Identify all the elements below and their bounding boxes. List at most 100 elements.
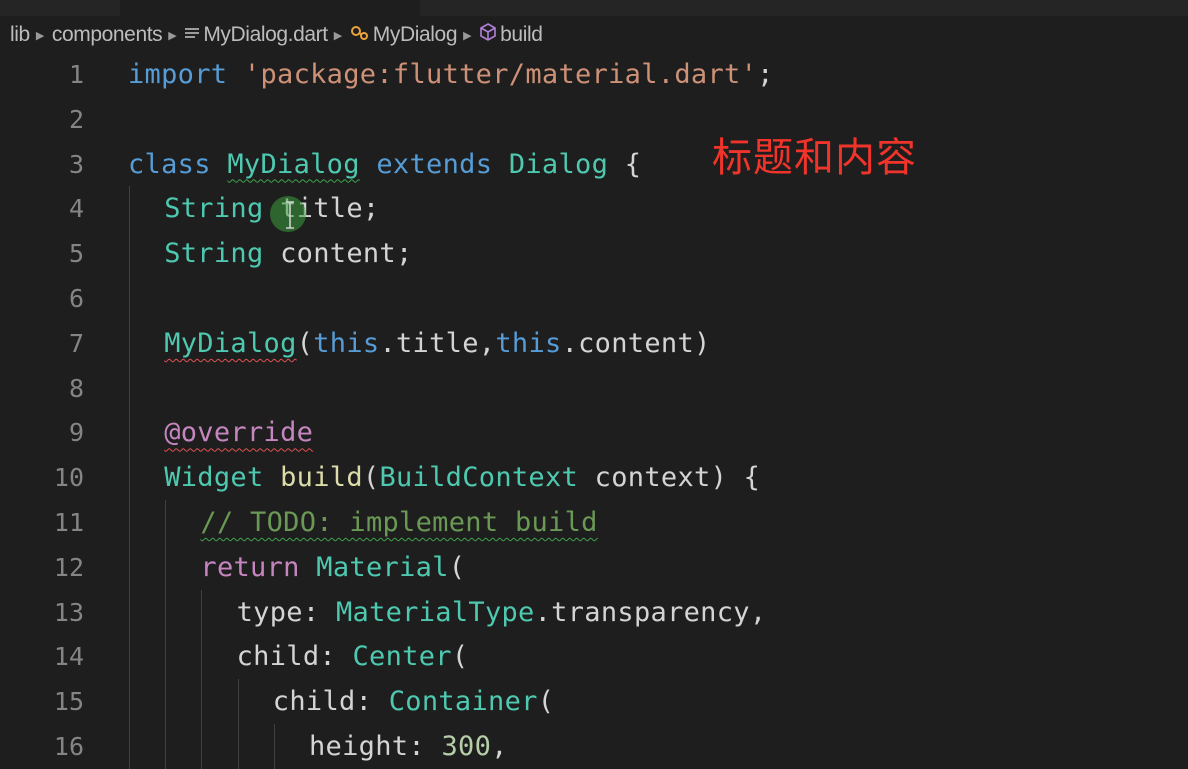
code-token: .content) bbox=[561, 327, 711, 359]
code-text: Widget build(BuildContext context) { bbox=[164, 455, 760, 500]
code-line[interactable]: 8 bbox=[0, 365, 1188, 411]
code-line[interactable]: 6 bbox=[0, 276, 1188, 321]
code-line[interactable]: 5 String content; bbox=[0, 231, 1188, 277]
text-cursor-icon bbox=[286, 201, 294, 229]
breadcrumb-item[interactable]: MyDialog bbox=[350, 23, 457, 47]
indent-guide bbox=[129, 500, 130, 545]
code-token: ( bbox=[451, 641, 469, 673]
breadcrumb-item[interactable]: lib bbox=[10, 23, 30, 47]
code-token: @override bbox=[164, 417, 314, 449]
breadcrumb-item-label: lib bbox=[10, 23, 30, 46]
code-token: MaterialType bbox=[335, 596, 535, 628]
code-line[interactable]: 16 height: 300, bbox=[0, 724, 1188, 769]
code-token: return bbox=[200, 551, 300, 583]
line-number: 12 bbox=[53, 552, 84, 582]
indent-guide bbox=[129, 589, 130, 635]
line-number: 13 bbox=[53, 597, 84, 627]
code-token: Center bbox=[352, 641, 452, 673]
line-number: 3 bbox=[68, 149, 84, 179]
code-token: 'package:flutter/material.dart' bbox=[243, 59, 758, 90]
code-token: MyDialog bbox=[227, 148, 360, 180]
breadcrumb-item-label: MyDialog.dart bbox=[203, 23, 328, 46]
indent-guide bbox=[237, 724, 239, 769]
breadcrumb-item-label: components bbox=[51, 23, 163, 46]
indent-guide bbox=[165, 724, 167, 769]
code-token: Container bbox=[388, 686, 538, 718]
line-number: 4 bbox=[68, 194, 84, 224]
file-lines-icon bbox=[184, 27, 200, 41]
code-text: String content; bbox=[164, 231, 412, 276]
chevron-right-icon: ▶ bbox=[333, 29, 342, 42]
indent-guide bbox=[129, 231, 130, 277]
code-line[interactable]: 3 class MyDialog extends Dialog { bbox=[0, 142, 1188, 187]
editor-tab-active[interactable] bbox=[120, 0, 420, 16]
code-token: 300 bbox=[441, 731, 492, 762]
code-line[interactable]: 9 @override bbox=[0, 410, 1188, 456]
code-token: ) { bbox=[710, 462, 761, 494]
code-line[interactable]: 4 String title; bbox=[0, 186, 1188, 232]
chevron-right-icon: ▶ bbox=[168, 29, 177, 42]
code-line[interactable]: 13 type: MaterialType.transparency, bbox=[0, 589, 1188, 635]
code-token: child bbox=[236, 641, 320, 673]
code-line[interactable]: 11 // TODO: implement build bbox=[0, 500, 1188, 545]
code-token: : bbox=[408, 731, 442, 762]
code-line[interactable]: 1 import 'package:flutter/material.dart'; bbox=[0, 52, 1188, 97]
code-line[interactable]: 12 return Material( bbox=[0, 544, 1188, 590]
indent-guide bbox=[129, 724, 130, 769]
indent-guide bbox=[201, 679, 203, 725]
code-token: ; bbox=[362, 193, 380, 225]
code-token: ( bbox=[296, 327, 314, 359]
code-text: MyDialog(this.title,this.content) bbox=[164, 321, 710, 366]
indent-guide bbox=[201, 634, 203, 680]
breadcrumb-item[interactable]: MyDialog.dart bbox=[184, 23, 328, 47]
code-text: @override bbox=[164, 410, 313, 455]
code-line[interactable]: 14 child: Center( bbox=[0, 634, 1188, 680]
indent-guide bbox=[165, 544, 167, 590]
line-number: 8 bbox=[68, 373, 84, 403]
breadcrumb-item-label: build bbox=[500, 23, 543, 46]
code-token: // TODO: implement build bbox=[200, 507, 598, 538]
chevron-right-icon: ▶ bbox=[35, 29, 44, 42]
code-token: type bbox=[236, 596, 303, 628]
code-token: context bbox=[594, 462, 711, 494]
indent-guide bbox=[129, 679, 130, 725]
tab-strip bbox=[0, 0, 1188, 16]
indent-guide bbox=[165, 634, 167, 680]
chevron-right-icon: ▶ bbox=[463, 29, 472, 42]
code-editor[interactable]: 1 import 'package:flutter/material.dart';… bbox=[0, 52, 1188, 769]
code-token: import bbox=[128, 59, 228, 90]
code-line[interactable]: 15 child: Container( bbox=[0, 679, 1188, 725]
code-token: ( bbox=[448, 551, 466, 583]
class-icon bbox=[350, 25, 370, 41]
indent-guide bbox=[129, 634, 130, 680]
code-token: BuildContext bbox=[379, 462, 579, 494]
indent-guide bbox=[129, 276, 130, 321]
code-line[interactable]: 2 bbox=[0, 97, 1188, 142]
code-line[interactable]: 7 MyDialog(this.title,this.content) bbox=[0, 320, 1188, 366]
breadcrumb-item[interactable]: components bbox=[51, 23, 163, 47]
indent-guide bbox=[165, 679, 167, 725]
code-token: build bbox=[280, 462, 363, 494]
indent-guide bbox=[129, 365, 130, 411]
code-token: height bbox=[309, 731, 409, 762]
line-number: 11 bbox=[53, 508, 84, 537]
code-token: { bbox=[608, 148, 642, 180]
code-token: , bbox=[491, 731, 508, 762]
code-token: Material bbox=[316, 551, 449, 583]
indent-guide bbox=[237, 679, 239, 725]
code-text: child: Container( bbox=[273, 679, 554, 724]
breadcrumb-item[interactable]: build bbox=[479, 23, 543, 47]
method-cube-icon bbox=[479, 23, 497, 41]
code-line[interactable]: 10 Widget build(BuildContext context) { bbox=[0, 455, 1188, 501]
code-text: height: 300, bbox=[309, 724, 508, 769]
indent-guide bbox=[201, 724, 203, 769]
code-token: : bbox=[319, 641, 353, 673]
line-number: 16 bbox=[53, 732, 84, 761]
breadcrumb-item-label: MyDialog bbox=[372, 23, 458, 46]
line-number: 5 bbox=[68, 239, 84, 269]
line-number: 2 bbox=[68, 104, 84, 134]
